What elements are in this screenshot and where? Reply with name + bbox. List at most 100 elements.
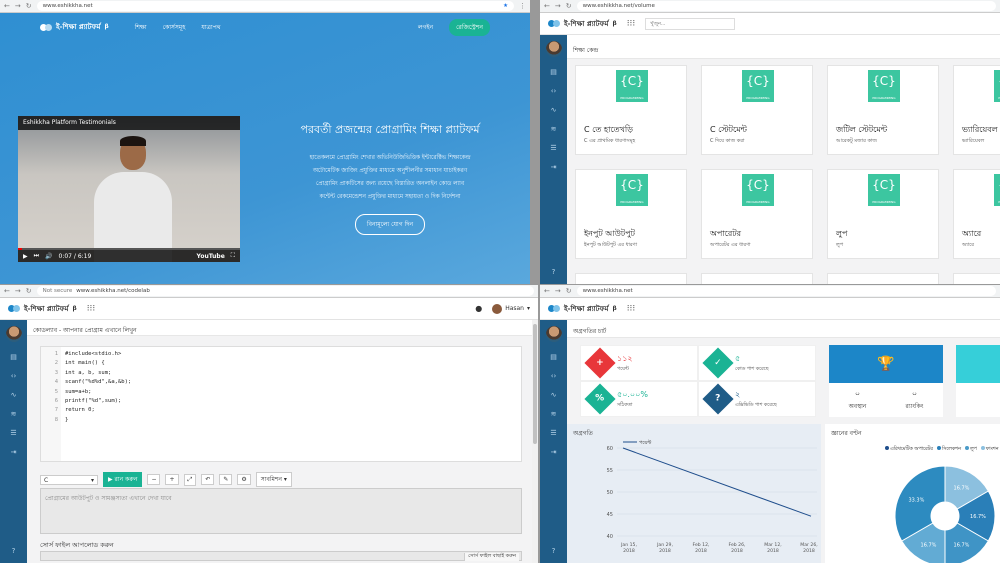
url-field[interactable]: www.eshikkha.net (576, 286, 996, 296)
course-card[interactable]: {C}PROGRAMMING অ্যারে অ্যারে (953, 169, 1000, 259)
run-button[interactable]: ▶ রান করুন (103, 472, 143, 487)
help-icon[interactable]: ? (12, 548, 16, 555)
join-free-button[interactable]: বিনামূল্যে যোগ দিন (355, 214, 425, 235)
fullscreen-icon[interactable]: ⛶ (231, 252, 235, 260)
reload-icon[interactable]: ↻ (26, 2, 32, 10)
code-icon[interactable]: ‹› (551, 88, 557, 95)
output-box[interactable]: প্রোগ্রামের আউটপুট ও সামঞ্জস্যতা এখানে দ… (40, 488, 522, 534)
list-icon[interactable]: ☰ (550, 145, 556, 152)
forward-icon[interactable]: → (15, 2, 21, 10)
reload-icon[interactable]: ↻ (26, 287, 32, 295)
course-card[interactable]: {C} PROGRAMMING C তে হাতেখড়ি C এর প্রাথমিক… (575, 65, 687, 155)
course-subtitle: C এর প্রাথমিক ধারণাসমূহ (584, 138, 636, 144)
brand-logo[interactable]: ই-শিক্ষা প্ল্যাটফর্ম β (40, 21, 109, 33)
apps-grid-icon[interactable]: ⁝⁝⁝ (627, 304, 636, 314)
register-button[interactable]: রেজিস্ট্রেশন (449, 18, 490, 36)
list-icon[interactable]: ☰ (10, 430, 16, 437)
settings-icon[interactable]: ⚙ (237, 474, 251, 485)
course-card[interactable]: {C} PROGRAMMING জটিল স্টেটমেন্ট আরেকটু মজার… (827, 65, 939, 155)
search-input[interactable] (645, 17, 736, 30)
nav-journey[interactable]: যাত্রাপথ (201, 22, 220, 33)
layers-icon[interactable]: ≋ (551, 411, 557, 418)
chart-icon[interactable]: ∿ (11, 392, 17, 399)
url-field[interactable]: www.eshikkha.net/volume (576, 1, 996, 11)
login-link[interactable]: লগইন (418, 22, 433, 33)
submit-select[interactable]: সাবমিশন ▾ (255, 472, 292, 487)
star-icon[interactable]: ★ (503, 3, 508, 9)
brand-logo[interactable]: ই-শিক্ষা প্ল্যাটফর্ম β (548, 18, 617, 30)
user-menu[interactable]: Hasan ▾ (492, 303, 530, 314)
code-editor[interactable]: 1 2 3 4 5 6 7 8 #include<stdio.h> int main() {in… (40, 346, 522, 462)
forward-icon[interactable]: → (555, 2, 561, 10)
code-icon[interactable]: ‹› (551, 373, 557, 380)
next-icon[interactable]: ⏭ (34, 252, 39, 260)
course-card[interactable] (827, 273, 939, 284)
course-card[interactable]: {C} PROGRAMMING লুপ লুপ (827, 169, 939, 259)
nav-courses[interactable]: কোর্সসমূহ (163, 22, 186, 33)
choose-file-button[interactable]: সোর্স ফাইল বাছাই করুন (464, 553, 519, 561)
beta-label: β (72, 305, 77, 312)
layers-icon[interactable]: ≋ (11, 411, 17, 418)
legend-item[interactable]: লুপ (964, 446, 977, 454)
book-icon[interactable]: ▤ (550, 69, 557, 76)
hero-line: কন্টেন্ট রেকমেন্ডেশন প্রযুক্তির মাধ্যমে … (319, 194, 461, 200)
avatar[interactable] (5, 326, 22, 342)
line-number: 8 (54, 416, 58, 423)
back-icon[interactable]: ← (544, 287, 550, 295)
help-icon[interactable]: ? (552, 548, 556, 555)
course-card[interactable] (575, 273, 687, 284)
back-icon[interactable]: ← (4, 287, 10, 295)
brand-name: ই-শিক্ষা প্ল্যাটফর্ম (56, 23, 101, 31)
line-number: 5 (54, 388, 58, 395)
back-icon[interactable]: ← (4, 2, 10, 10)
menu-icon[interactable]: ⋮ (519, 2, 526, 10)
course-card[interactable]: {C}PROGRAMMING ভ্যারিয়েবল ভ্যারিয়েবল (953, 65, 1000, 155)
chart-icon[interactable]: ∿ (551, 107, 557, 114)
logout-icon[interactable]: ⇥ (551, 164, 557, 171)
layers-icon[interactable]: ≋ (551, 126, 557, 133)
volume-icon[interactable]: 🔊 (45, 253, 52, 260)
zoom-in-icon[interactable]: + (165, 474, 179, 485)
x-tick-label: Mar 26, 2018 (800, 542, 818, 554)
url-field[interactable]: Not secure www.eshikkha.net/codelab (36, 286, 534, 296)
back-icon[interactable]: ← (544, 2, 550, 10)
apps-grid-icon[interactable]: ⁝⁝⁝ (627, 19, 636, 29)
play-icon[interactable]: ▶ (23, 253, 28, 260)
list-icon[interactable]: ☰ (550, 430, 556, 437)
help-icon[interactable]: ? (552, 269, 556, 276)
url-field[interactable]: www.eshikkha.net ★ (36, 1, 514, 11)
reload-icon[interactable]: ↻ (566, 2, 572, 10)
legend-item[interactable]: এরিথমেটিক অপারেটর (885, 446, 933, 454)
scrollbar[interactable] (532, 320, 538, 563)
legend-item[interactable]: সিলেকশন (936, 446, 961, 454)
logout-icon[interactable]: ⇥ (551, 449, 557, 456)
zoom-out-icon[interactable]: − (147, 474, 161, 485)
undo-icon[interactable]: ↶ (201, 474, 215, 485)
book-icon[interactable]: ▤ (550, 354, 557, 361)
forward-icon[interactable]: → (555, 287, 561, 295)
forward-icon[interactable]: → (15, 287, 21, 295)
nav-learn[interactable]: শিক্ষা (135, 22, 147, 33)
course-card[interactable]: {C} PROGRAMMING ইনপুট আউটপুট ইনপুট আউটপুট এ… (575, 169, 687, 259)
course-card[interactable]: {C} PROGRAMMING C স্টেটমেন্ট C দিয়ে কাজ কর… (701, 65, 813, 155)
video-player[interactable]: Eshikkha Platform Testimonials ▶ ⏭ 🔊 0:07 … (18, 116, 240, 262)
language-select[interactable]: C ▾ (40, 474, 98, 485)
globe-icon[interactable]: ● (475, 304, 482, 313)
course-card[interactable] (701, 273, 813, 284)
course-card[interactable] (953, 273, 1000, 284)
wand-icon[interactable]: ✎ (219, 474, 233, 485)
apps-grid-icon[interactable]: ⁝⁝⁝ (87, 304, 96, 314)
legend-item[interactable]: ফাংশন (980, 446, 998, 454)
brand-logo[interactable]: ই-শিক্ষা প্ল্যাটফর্ম β (8, 303, 77, 315)
course-card[interactable]: {C} PROGRAMMING অপারেটর অপারেটর এর ধারণা (701, 169, 813, 259)
logout-icon[interactable]: ⇥ (11, 449, 17, 456)
avatar[interactable] (545, 41, 562, 57)
fullscreen-icon[interactable]: ⤢ (183, 473, 197, 486)
book-icon[interactable]: ▤ (10, 354, 17, 361)
brand-logo[interactable]: ই-শিক্ষা প্ল্যাটফর্ম β (548, 303, 617, 315)
reload-icon[interactable]: ↻ (566, 287, 572, 295)
chart-icon[interactable]: ∿ (551, 392, 557, 399)
avatar[interactable] (545, 326, 562, 342)
code-icon[interactable]: ‹› (11, 373, 17, 380)
youtube-logo[interactable]: YouTube (197, 253, 225, 260)
